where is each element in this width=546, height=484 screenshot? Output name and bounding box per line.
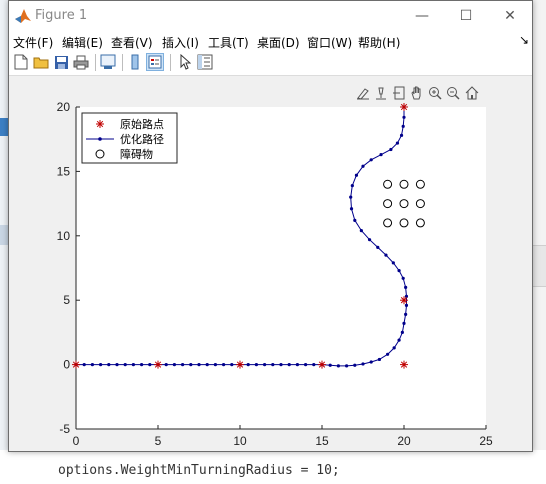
legend-label: 障碍物 — [120, 147, 153, 161]
waypoint-marker — [72, 360, 80, 369]
path-point — [230, 363, 234, 367]
path-point — [349, 207, 354, 211]
path-point — [295, 363, 299, 367]
path-point — [404, 312, 408, 316]
path-point — [376, 245, 380, 249]
path-point — [353, 218, 357, 222]
x-tick-label: 5 — [155, 434, 162, 448]
y-tick-label: 10 — [57, 229, 71, 243]
path-point — [336, 364, 340, 368]
waypoint-marker — [318, 360, 326, 369]
path-point — [246, 363, 250, 367]
path-point — [404, 285, 408, 289]
command-text: options.WeightMinTurningRadius = 10; — [58, 463, 340, 478]
y-tick-label: 15 — [57, 164, 71, 178]
path-point — [399, 133, 404, 137]
waypoint-marker — [400, 103, 408, 111]
path-point — [395, 141, 400, 145]
plot-svg: 0 5 10 15 20 25-505101520 原始路点优化路径障碍物 — [57, 100, 493, 448]
y-tick-label: 0 — [63, 358, 70, 372]
figure-window: Figure 1 — ☐ ✕ 文件(F) 编辑(E) 查看(V) 插入(I) 工… — [8, 0, 533, 452]
background-command-window: options.WeightMinTurningRadius = 10; — [0, 450, 546, 484]
path-point — [328, 363, 332, 367]
y-tick-label: 20 — [57, 100, 71, 114]
path-point — [349, 195, 353, 199]
path-point — [361, 164, 365, 168]
path-point — [205, 363, 209, 367]
path-point — [115, 363, 119, 367]
path-point — [172, 363, 176, 367]
path-point — [271, 363, 275, 367]
desktop-left-edge — [0, 0, 8, 484]
path-point — [361, 362, 365, 366]
path-point — [402, 321, 406, 325]
x-tick-label: 0 — [73, 434, 80, 448]
y-tick-label: -5 — [59, 422, 70, 436]
path-point — [377, 357, 381, 362]
path-point — [401, 124, 405, 128]
path-point — [400, 330, 404, 334]
path-point — [402, 115, 406, 119]
path-point — [386, 352, 390, 356]
path-point — [379, 153, 383, 157]
path-point — [353, 363, 357, 367]
path-point — [140, 363, 144, 367]
path-point — [397, 268, 401, 273]
path-point — [164, 363, 168, 367]
path-point — [401, 276, 405, 280]
path-point — [82, 363, 86, 367]
waypoint-marker — [400, 296, 408, 305]
path-point — [123, 363, 127, 367]
path-point — [131, 363, 135, 367]
path-point — [389, 147, 393, 152]
x-tick-label: 15 — [315, 434, 329, 448]
path-point — [367, 238, 372, 242]
path-point — [359, 229, 363, 233]
waypoint-marker — [236, 360, 244, 369]
path-point — [369, 360, 373, 364]
waypoint-marker — [400, 360, 408, 369]
waypoint-marker — [154, 360, 162, 369]
background-panel-strip — [533, 245, 546, 287]
y-tick-label: 5 — [63, 293, 70, 307]
path-point — [392, 346, 396, 350]
desktop-right-edge — [533, 0, 546, 484]
path-point — [99, 363, 103, 367]
path-point — [148, 363, 152, 367]
path-point — [279, 363, 283, 367]
legend-dot-sample — [98, 137, 102, 141]
background-panel-accent — [0, 118, 8, 136]
path-point — [350, 183, 354, 188]
path-point — [189, 363, 193, 367]
path-point — [304, 363, 308, 367]
legend-star-marker — [96, 120, 104, 128]
path-point — [404, 303, 409, 307]
path-point — [254, 363, 258, 367]
path-point — [107, 363, 111, 367]
path-point — [181, 363, 185, 367]
path-point — [354, 173, 359, 177]
path-point — [391, 261, 395, 265]
x-tick-label: 25 — [479, 434, 493, 448]
legend-label: 原始路点 — [120, 117, 164, 131]
background-panel-accent — [0, 225, 8, 245]
path-point — [263, 363, 267, 367]
path-point — [384, 253, 388, 257]
legend-label: 优化路径 — [120, 132, 164, 146]
path-point — [369, 158, 373, 162]
path-point — [222, 363, 226, 367]
x-tick-label: 10 — [233, 434, 247, 448]
path-point — [90, 363, 94, 367]
path-point — [197, 363, 201, 367]
x-tick-label: 20 — [397, 434, 411, 448]
path-point — [213, 363, 217, 367]
path-point — [397, 338, 401, 342]
path-point — [287, 363, 291, 367]
path-point — [345, 364, 349, 368]
path-point — [312, 363, 316, 367]
